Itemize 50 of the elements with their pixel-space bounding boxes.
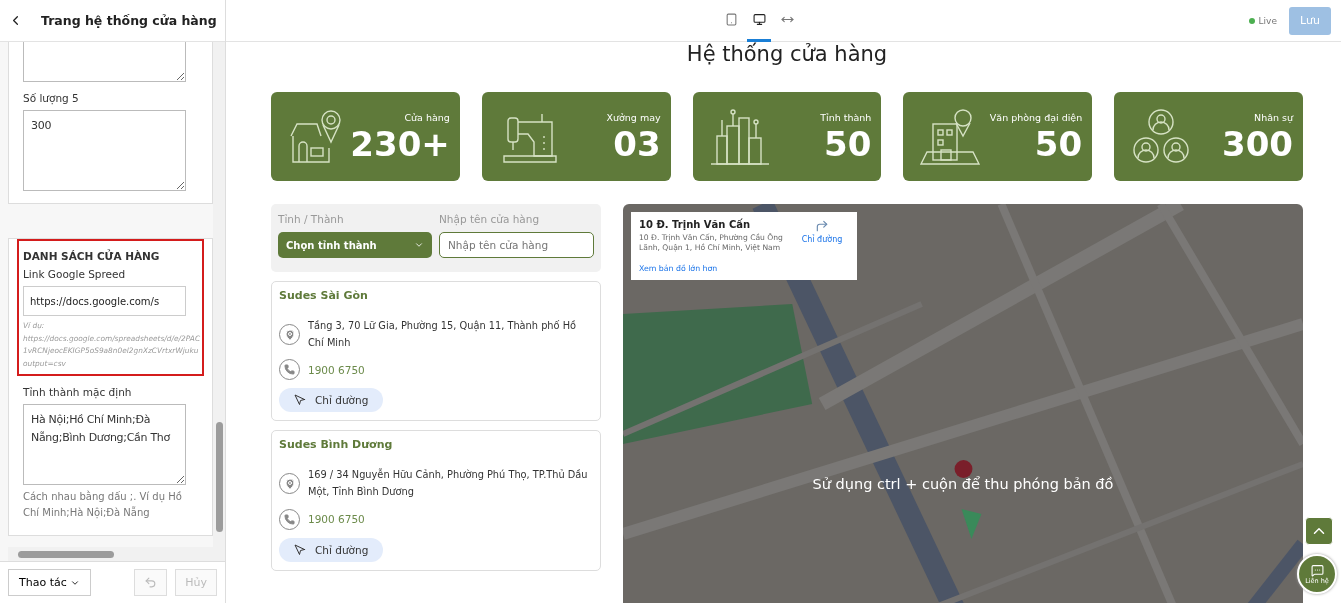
stat-label: Tỉnh thành <box>820 112 872 123</box>
scroll-top-button[interactable] <box>1305 517 1333 545</box>
store-name: Sudes Bình Dương <box>279 438 394 452</box>
field-label: Tỉnh thành mặc định <box>23 386 133 399</box>
stat-value: 300 <box>1222 127 1293 161</box>
province-select[interactable]: Chọn tỉnh thành <box>278 232 432 258</box>
place-title: 10 Đ. Trịnh Văn Cấn <box>639 219 752 230</box>
directions-link[interactable]: Chỉ đường <box>795 219 849 254</box>
text-area[interactable] <box>23 42 186 82</box>
monitor-icon <box>752 13 766 26</box>
store-name: Sudes Sài Gòn <box>279 289 369 302</box>
text-area[interactable]: Hà Nội;Hồ Chí Minh;Đà Nẵng;Bình Dương;Cần Thơ <box>23 404 186 486</box>
link-input[interactable]: https://docs.google.com/s <box>23 286 186 316</box>
stat-label: Xưởng may <box>606 112 661 123</box>
undo-button[interactable] <box>134 569 168 596</box>
help-text: Cách nhau bằng dấu ;. Ví dụ Hồ Chí Minh;Hà Nội;Đà Nẵng <box>23 489 183 521</box>
directions-button[interactable]: Chỉ đường <box>279 388 384 413</box>
live-status: Live <box>1248 15 1277 26</box>
store-phone: 1900 6750 <box>308 363 365 376</box>
stat-label: Nhân sự <box>1254 112 1293 123</box>
zoom-hint: Sử dụng ctrl + cuộn để thu phóng bản đồ <box>811 476 1115 492</box>
undo-icon <box>144 576 158 589</box>
store-address: 169 / 34 Nguyễn Hữu Cảnh, Phường Phú Thọ, TP.Thủ Dầu Một, Tỉnh Bình Dương <box>308 467 589 500</box>
stat-value: 03 <box>613 127 661 161</box>
navigation-arrow-icon <box>294 394 306 407</box>
caret-icon <box>414 240 424 250</box>
stat-label: Cửa hàng <box>404 112 450 123</box>
scrollbar[interactable] <box>213 42 225 547</box>
field-label: Link Google Spreed <box>23 268 127 280</box>
tablet-icon <box>724 13 738 26</box>
stat-label: Văn phòng đại diện <box>989 112 1083 123</box>
store-name-field[interactable]: Nhập tên cửa hàng <box>439 232 594 258</box>
scrollbar[interactable] <box>8 547 225 561</box>
turn-arrow-icon <box>815 219 829 233</box>
filter-label: Tỉnh / Thành <box>278 213 345 225</box>
store-address: Tầng 3, 70 Lữ Gia, Phường 15, Quận 11, Thành phố Hồ Chí Minh <box>308 319 578 350</box>
page-title: Hệ thống cửa hàng <box>685 42 889 68</box>
stat-value: 50 <box>824 127 872 161</box>
actions-button[interactable]: Thao tác <box>8 569 91 596</box>
stat-value: 50 <box>1034 127 1083 161</box>
section-title: DANH SÁCH CỬA HÀNG <box>23 250 161 262</box>
panel-title: Trang hệ thống cửa hàng <box>41 13 217 28</box>
text-area[interactable]: 300 <box>23 110 186 191</box>
navigation-arrow-icon <box>294 543 306 556</box>
stat-value: 230+ <box>350 127 450 161</box>
directions-button[interactable]: Chỉ đường <box>279 537 384 562</box>
store-phone: 1900 6750 <box>308 513 365 526</box>
filter-label: Nhập tên cửa hàng <box>439 213 541 225</box>
field-label: Số lượng 5 <box>23 92 80 104</box>
chat-icon <box>1310 563 1324 577</box>
